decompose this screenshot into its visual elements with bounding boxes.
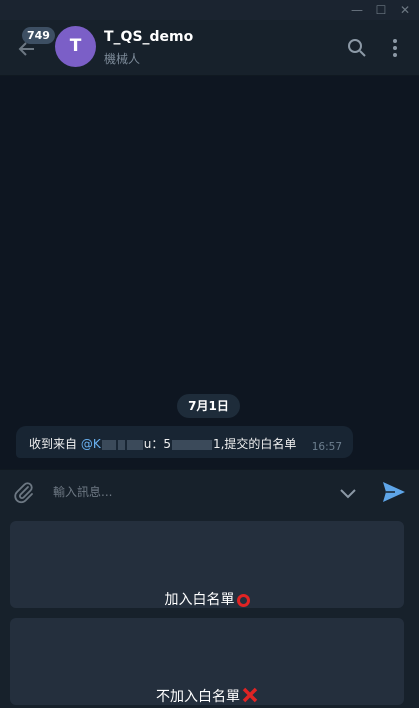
red-circle-icon — [236, 594, 250, 607]
minimize-icon[interactable]: — — [349, 2, 365, 18]
redacted-block — [171, 439, 212, 450]
chat-subtitle: 機械人 — [104, 52, 141, 66]
redacted-block — [117, 439, 125, 450]
add-whitelist-button[interactable]: 加入白名單 — [10, 521, 404, 608]
message-prefix: 收到来自 — [29, 437, 78, 451]
message-composer: 輸入訊息... — [0, 469, 419, 514]
message-input[interactable]: 輸入訊息... — [53, 483, 112, 500]
more-options-icon[interactable] — [383, 36, 407, 60]
mention-link[interactable]: @K — [81, 437, 144, 451]
button-label: 不加入白名單 — [156, 689, 240, 705]
message-time: 16:57 — [311, 441, 342, 453]
close-icon[interactable]: ✕ — [397, 2, 413, 18]
send-icon[interactable] — [381, 480, 407, 504]
message-bubble[interactable]: 收到来自 @K u：5 1,提交的白名单 16:57 — [16, 426, 353, 458]
unread-badge: 749 — [22, 27, 55, 44]
search-icon[interactable] — [345, 36, 369, 60]
mention-text: @K — [80, 437, 101, 451]
chevron-down-icon[interactable] — [337, 482, 359, 504]
reply-keyboard: 加入白名單 不加入白名單 — [0, 513, 419, 708]
button-label: 加入白名單 — [164, 592, 235, 608]
redacted-block — [126, 439, 143, 450]
window-titlebar: — ☐ ✕ — [0, 0, 419, 20]
message-area[interactable]: 7月1日 收到来自 @K u：5 1,提交的白名单 16:57 — [0, 76, 419, 468]
avatar[interactable]: T — [55, 26, 96, 67]
chat-title[interactable]: T_QS_demo — [104, 29, 193, 45]
chat-header: 749 T T_QS_demo 機械人 — [0, 20, 419, 76]
red-cross-icon — [242, 687, 258, 703]
message-middle: u：5 — [143, 437, 171, 451]
message-text: 收到来自 @K u：5 1,提交的白名单 — [29, 435, 296, 452]
reject-whitelist-button[interactable]: 不加入白名單 — [10, 618, 404, 705]
date-separator: 7月1日 — [177, 394, 240, 418]
redacted-block — [101, 439, 116, 450]
message-suffix: 1,提交的白名单 — [212, 437, 297, 451]
maximize-icon[interactable]: ☐ — [373, 2, 389, 18]
paperclip-icon[interactable] — [12, 480, 36, 504]
